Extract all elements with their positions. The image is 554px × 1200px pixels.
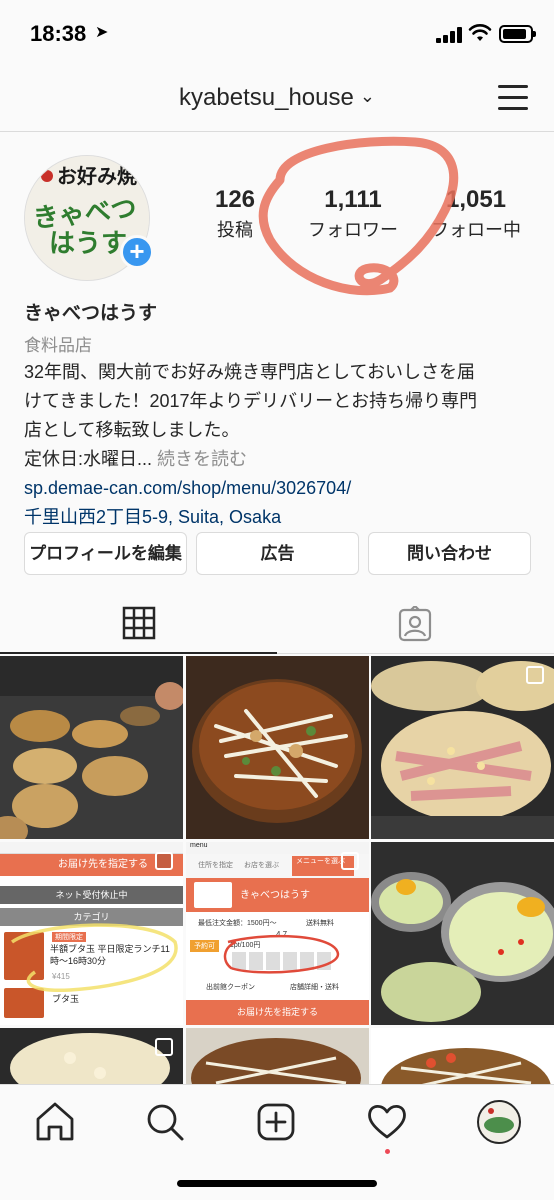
bio-line-1: 32年間、関大前でお好み焼き専門店としておいしさを届 <box>24 362 475 382</box>
contact-button[interactable]: 問い合わせ <box>368 532 531 575</box>
website-link[interactable]: sp.demae-can.com/shop/menu/3026704/ <box>24 474 534 503</box>
bio-line-4: 定休日:水曜日... 続きを読む <box>24 445 534 474</box>
multiple-images-icon <box>341 852 359 870</box>
display-name: きゃべつはうす <box>24 303 158 324</box>
stat-posts[interactable]: 126 投稿 <box>195 186 275 242</box>
post-thumbnail[interactable] <box>0 1028 183 1084</box>
delivery-banner-2: お届け先を指定する <box>186 1000 369 1025</box>
multiple-images-icon <box>155 852 173 870</box>
battery-level <box>503 29 527 39</box>
post-thumbnail[interactable]: お届け先を指定する ネット受付休止中 カテゴリ 期間限定 半額ブタ玉 平日限定ラ… <box>0 842 183 1025</box>
tab-grid[interactable] <box>0 596 277 654</box>
status-time: 18:38 <box>30 21 87 46</box>
grid-icon <box>122 606 156 640</box>
edit-profile-button[interactable]: プロフィールを編集 <box>24 532 187 575</box>
multiple-images-icon <box>526 666 544 684</box>
post-thumbnail[interactable] <box>0 656 183 839</box>
ads-button[interactable]: 広告 <box>196 532 359 575</box>
read-more-link[interactable]: 続きを読む <box>157 449 247 469</box>
posts-label: 投稿 <box>217 220 253 240</box>
posts-count: 126 <box>214 186 256 213</box>
avatar-text-bot: はうす <box>49 229 127 259</box>
profile-tabs <box>0 596 554 654</box>
location-arrow-icon: ➤ <box>95 24 109 41</box>
post-thumbnail[interactable] <box>186 1028 369 1084</box>
wifi-icon <box>468 24 492 41</box>
battery-icon <box>499 25 536 43</box>
multiple-images-icon <box>155 1038 173 1056</box>
username: kyabetsu_house <box>179 84 354 111</box>
home-icon[interactable] <box>32 1099 78 1145</box>
chevron-down-icon: ⌄ <box>359 86 375 106</box>
post-thumbnail[interactable] <box>371 1028 554 1084</box>
post-thumbnail[interactable] <box>186 656 369 839</box>
profile-avatar-icon[interactable] <box>476 1099 522 1145</box>
account-switcher[interactable]: kyabetsu_house ⌄ <box>0 84 554 112</box>
coupon-link: 出前館クーポン <box>206 984 255 991</box>
following-count: 1,051 <box>445 186 507 213</box>
detail-link: 店舗詳細・送料 <box>290 984 339 991</box>
profile-stats: 126 投稿 1,111 フォロワー 1,051 フォロー中 <box>195 186 535 246</box>
cellular-signal-icon <box>436 27 462 43</box>
new-post-icon[interactable] <box>253 1099 299 1145</box>
post-grid: お届け先を指定する ネット受付休止中 カテゴリ 期間限定 半額ブタ玉 平日限定ラ… <box>0 656 554 1084</box>
profile-header: kyabetsu_house ⌄ <box>0 66 554 132</box>
tab-tagged[interactable] <box>277 596 554 654</box>
bio-line-3: 店として移転致しました。 <box>24 420 240 440</box>
home-indicator <box>177 1180 377 1187</box>
profile-avatar[interactable]: お好み焼 きゃべつ はうす + <box>24 155 154 281</box>
profile-bio: きゃべつはうす 食料品店 32年間、関大前でお好み焼き専門店としておいしさを届 … <box>24 298 534 532</box>
bio-line-4-text: 定休日:水曜日... <box>24 449 158 469</box>
hamburger-menu-icon[interactable] <box>498 83 528 111</box>
stat-followers[interactable]: 1,111 フォロワー <box>298 186 408 242</box>
bio-line-2: けてきました！2017年よりデリバリーとお持ち帰り専門 <box>24 391 478 411</box>
bio-text: 32年間、関大前でお好み焼き専門店としておいしさを届 けてきました！2017年よ… <box>24 358 534 474</box>
post-thumbnail[interactable] <box>371 656 554 839</box>
post-thumbnail[interactable]: menu 住所を指定 お店を選ぶ メニューを選ぶ きゃべつはうす 最低注文金額：… <box>186 842 369 1025</box>
avatar-text-top: お好み焼 <box>57 164 137 188</box>
following-label: フォロー中 <box>431 220 521 240</box>
activity-heart-icon[interactable] <box>364 1099 410 1145</box>
post-thumbnail[interactable] <box>371 842 554 1025</box>
business-category: 食料品店 <box>24 336 92 355</box>
add-story-plus-icon[interactable]: + <box>120 235 154 269</box>
status-bar: 18:38 ➤ <box>0 0 554 66</box>
followers-count: 1,111 <box>324 186 382 213</box>
tagged-person-icon <box>398 606 432 642</box>
search-icon[interactable] <box>142 1099 188 1145</box>
address-link[interactable]: 千里山西2丁目5-9, Suita, Osaka <box>24 503 534 532</box>
followers-label: フォロワー <box>308 220 398 240</box>
stat-following[interactable]: 1,051 フォロー中 <box>421 186 531 242</box>
notification-dot <box>385 1149 390 1154</box>
